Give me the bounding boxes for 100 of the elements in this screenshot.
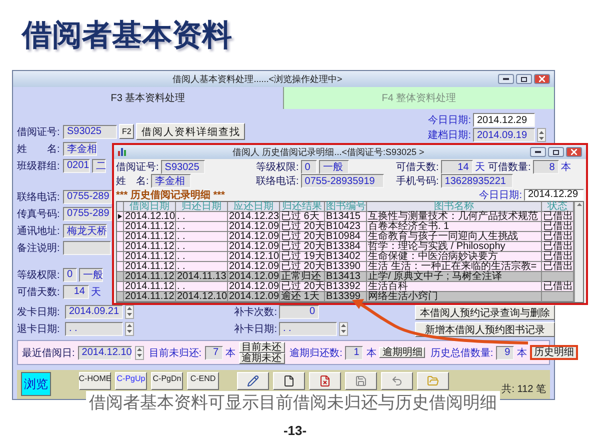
text-field[interactable]: 13628935221 [440,174,513,188]
date-field[interactable]: 2014.09.19 [473,128,535,142]
text-field[interactable]: 0 [300,160,317,174]
edit-button[interactable] [237,372,269,390]
table-row[interactable]: 2014.11.12 . . 2014.12.09 已过 20天B13392 生活百科 已借出 [117,282,574,292]
up-triangle-icon [136,348,142,352]
field-label: 借阅证号: [116,161,159,174]
table-cell: 2014.12.10 [176,292,228,302]
down-triangle-icon [136,354,142,358]
text-field[interactable]: S93025 [160,160,205,174]
down-triangle-icon [127,330,132,333]
text-field[interactable]: 2014.09.21 [65,304,123,318]
navigation-button[interactable]: C-PgUp [115,372,147,390]
table-row[interactable]: 2014.12.10 . . 2014.12.23 已过 6天 B13415 互换性与测量技术：几何产品技术规范 已借出 [117,212,574,222]
text-field[interactable]: 0755-28935919 [300,174,384,188]
down-triangle-icon [341,330,346,333]
window-title: 借阅人 历史借阅记录明细...<借阅证号:S93025 > [232,146,426,158]
field-label: 姓 名: [17,142,61,156]
close-button[interactable] [534,74,550,84]
close-button[interactable] [566,147,582,157]
table-cell: 逾还 1天 [280,292,325,302]
text-field[interactable]: 0201 [63,158,90,172]
text-field[interactable]: 二 [92,158,106,172]
undo-button[interactable] [381,372,413,390]
record-count: 共: 112 笔 [502,382,546,396]
text-field[interactable]: 梅龙天桥 [63,224,107,238]
field-label: 通讯地址: [17,224,61,238]
maximize-button[interactable] [516,74,532,84]
table-row[interactable]: 2014.11.12 . . 2014.12.09 已过 20天B10984 生命教育与孩子一同迎向人生挑战 已借出 [117,232,574,242]
spinner-control[interactable] [125,304,134,318]
spinner-control[interactable] [537,128,546,142]
open-button[interactable] [417,372,449,390]
delete-button[interactable] [309,372,341,390]
scrollbar[interactable] [574,202,583,302]
f2-key-button[interactable]: F2 [119,124,134,139]
undo-icon [391,375,403,388]
spinner-control[interactable] [134,346,144,360]
text-field[interactable]: 一般 [79,268,103,282]
count-field[interactable]: 9 [496,346,514,360]
delete-icon [319,375,331,388]
spinner-control[interactable] [339,322,348,336]
minimize-button[interactable] [530,147,546,157]
reservation-button[interactable]: 本借阅人预约记录查询与删除 [415,305,555,320]
document-icon [283,375,295,388]
date-field[interactable]: 2014.12.29 [473,113,535,127]
text-field[interactable]: . . [65,322,123,336]
field-label: 姓 名: [116,175,149,188]
field-label: 可借数量: [488,161,531,174]
navigation-button[interactable]: C-PgDn [151,372,183,390]
save-button[interactable] [345,372,377,390]
text-field[interactable]: 一般 [318,160,349,174]
reservation-button[interactable]: 新增本借阅人预约图书记录 [415,322,555,337]
maximize-icon [553,150,559,154]
unit-label: 本 [560,160,571,174]
text-field[interactable]: 李金相 [150,174,191,188]
window-title: 借阅人基本资料处理......<浏览操作处理中> [172,72,344,86]
text-field[interactable] [63,240,111,254]
table-row[interactable]: 2014.11.12 . . 2014.12.09 已过 20天B10423 百卷本经济全书. 1 已借出 [117,222,574,232]
text-field[interactable]: 14 [63,284,89,298]
date-field[interactable]: 2014.12.10 [78,346,132,360]
table-row[interactable]: 2014.11.12 2014.11.13 2014.12.09 正常归还 B13413 止学/ 原典文中子 ; 马树全注译 [117,272,574,282]
minimize-button[interactable] [498,74,514,84]
detail-button[interactable]: 目前未还 [238,342,285,353]
close-icon [571,149,577,155]
table-cell: 2014.11.12 [124,292,176,302]
close-icon [539,76,545,82]
text-field[interactable]: 李金相 [63,142,97,156]
table-row[interactable]: 2014.11.12 . . 2014.12.09 已过 20天B13390 生活 生活：一种正在来临的生活宗教= 已借出 [117,262,574,272]
text-field[interactable]: . . [279,322,337,336]
unit-label: 本 [366,346,376,360]
text-field[interactable]: 0 [279,304,319,318]
up-triangle-icon [539,130,544,134]
table-row[interactable]: 2014.11.12 2014.12.10 2014.12.09 逾还 1天 B13399 网络生活小窍门 [117,292,574,302]
find-button[interactable]: 借阅人资料详细查找 [136,123,246,140]
count-field[interactable]: 7 [204,346,223,360]
field-label: 班级群组: [17,160,61,172]
maximize-button[interactable] [548,147,564,157]
navigation-button[interactable]: C-END [187,372,219,390]
detail-button[interactable]: 逾期明细 [379,347,426,358]
field-label: 退卡日期: [17,322,61,336]
text-field[interactable]: 14 [440,160,473,174]
text-field[interactable]: 0755-289 [63,190,112,204]
detail-button[interactable]: 历史明细 [530,345,578,360]
date-field[interactable]: 2014.12.29 [524,188,584,200]
unit-label: 本 [226,346,236,360]
card-number-field[interactable]: S93025 [63,124,117,138]
new-button[interactable] [273,372,305,390]
count-field[interactable]: 1 [345,346,364,360]
text-field[interactable]: 0755-289 [63,206,112,220]
field-label: 今日日期: [479,188,522,202]
detail-button[interactable]: 逾期未还 [238,352,285,364]
table-row[interactable]: 2014.11.12 . . 2014.12.09 已过 20天B13384 哲学：理论与实践 / Philosophy 已借出 [117,242,574,252]
table-row[interactable]: 2014.11.12 . . 2014.12.10 已过 19天B13402 生命保健：中医治病妙诀要方 已借出 [117,252,574,262]
text-field[interactable]: 8 [532,160,559,174]
field-label: 目前未归还: [148,346,202,360]
field-label: 发卡日期: [17,306,61,318]
spinner-control[interactable] [125,322,134,336]
text-field[interactable]: 0 [63,268,77,282]
field-label: 建档日期: [428,128,471,142]
field-label: 等级权限: [17,268,61,282]
